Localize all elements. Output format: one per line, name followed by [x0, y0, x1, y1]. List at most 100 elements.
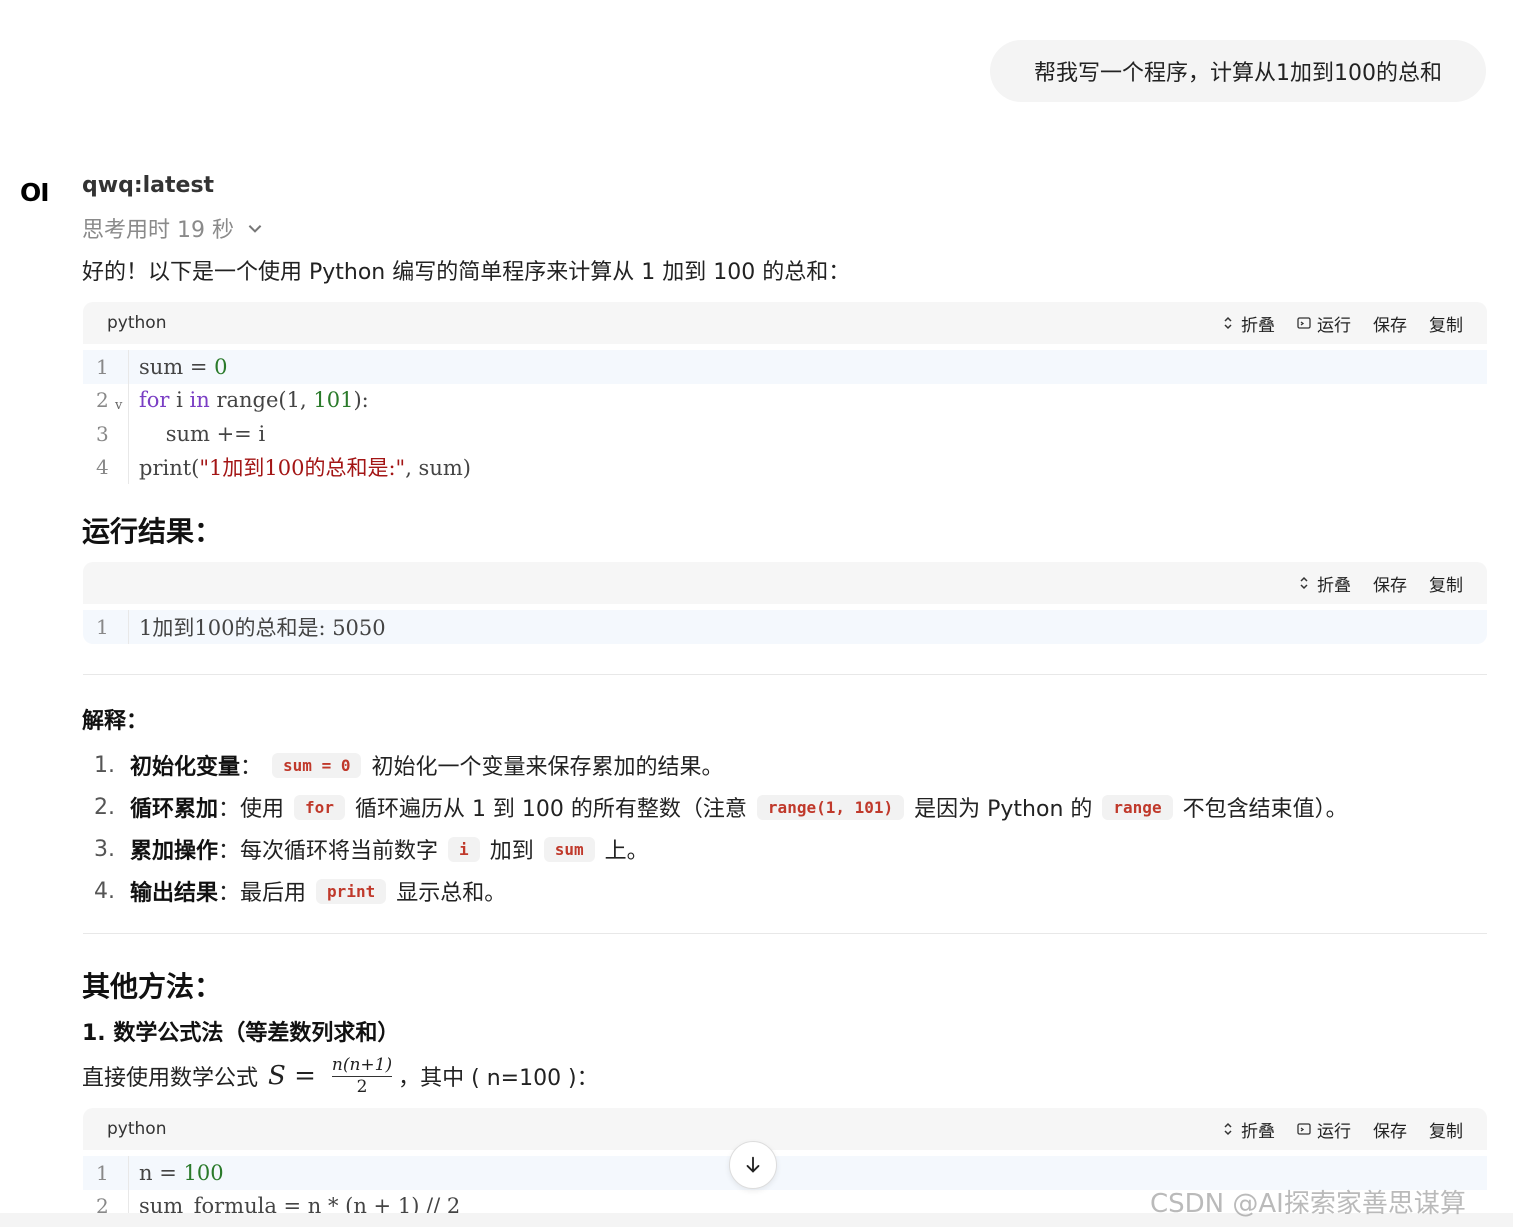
terminal-icon — [1297, 317, 1311, 329]
chevron-updown-icon — [1300, 576, 1308, 590]
code-text: sum = 0 — [139, 354, 228, 379]
code-line: 1 1加到100的总和是: 5050 — [83, 610, 1487, 644]
fraction-denominator: 2 — [356, 1076, 368, 1097]
list-term: 输出结果 — [130, 881, 219, 906]
formula-line: 直接使用数学公式 S = n(n+1) 2 ，其中 ( n=100 )： — [82, 1056, 599, 1096]
line-number: 2v — [83, 383, 129, 417]
code-line: 3 sum += i — [83, 417, 1487, 451]
save-button[interactable]: 保存 — [1373, 1117, 1407, 1142]
list-term: 初始化变量 — [130, 755, 241, 780]
list-text: 循环遍历从 1 到 100 的所有整数（注意 — [354, 797, 747, 822]
fold-label: 折叠 — [1317, 575, 1351, 596]
scroll-to-bottom-button[interactable] — [729, 1141, 777, 1189]
model-name: qwq:latest — [82, 173, 215, 198]
fold-button[interactable]: 折叠 — [1297, 571, 1351, 596]
code-body[interactable]: 1 sum = 0 2v for i in range(1, 101): 3 s… — [83, 344, 1487, 484]
code-language: python — [107, 1119, 167, 1139]
intro-text: 好的！以下是一个使用 Python 编写的简单程序来计算从 1 加到 100 的… — [82, 260, 851, 285]
save-label: 保存 — [1373, 1121, 1407, 1142]
result-heading: 运行结果： — [82, 515, 223, 548]
copy-label: 复制 — [1429, 1121, 1463, 1142]
chevron-down-icon — [248, 225, 262, 233]
code-block-header: python 折叠 运行 保存 复制 — [83, 1108, 1487, 1150]
code-block-header: 折叠 保存 复制 — [83, 562, 1487, 604]
code-body[interactable]: 1 1加到100的总和是: 5050 — [83, 604, 1487, 644]
line-number: 1 — [83, 350, 129, 384]
list-term: 循环累加 — [130, 797, 219, 822]
fold-button[interactable]: 折叠 — [1221, 1117, 1275, 1142]
list-text: 使用 — [240, 797, 285, 822]
copy-label: 复制 — [1429, 315, 1463, 336]
copy-button[interactable]: 复制 — [1429, 311, 1463, 336]
code-line: 2v for i in range(1, 101): — [83, 383, 1487, 417]
list-text: 初始化一个变量来保存累加的结果。 — [371, 755, 724, 780]
save-label: 保存 — [1373, 575, 1407, 596]
list-item: 4. 输出结果 ： 最后用 print 显示总和。 — [94, 870, 1348, 912]
code-text: print("1加到100的总和是:", sum) — [139, 456, 471, 481]
list-text: 是因为 Python 的 — [914, 797, 1093, 822]
copy-label: 复制 — [1429, 575, 1463, 596]
inline-code: i — [448, 836, 480, 862]
inline-code: range(1, 101) — [756, 794, 905, 820]
run-label: 运行 — [1317, 1121, 1351, 1142]
line-number: 4 — [83, 450, 129, 484]
other-methods-heading: 其他方法： — [82, 970, 223, 1003]
save-button[interactable]: 保存 — [1373, 311, 1407, 336]
code-block-header: python 折叠 运行 保存 复制 — [83, 302, 1487, 344]
inline-code: sum — [543, 836, 595, 862]
watermark: CSDN @AI探索家善思谋算 — [1150, 1189, 1466, 1219]
code-line: 4 print("1加到100的总和是:", sum) — [83, 450, 1487, 484]
save-label: 保存 — [1373, 315, 1407, 336]
list-text: 最后用 — [240, 881, 307, 906]
copy-button[interactable]: 复制 — [1429, 571, 1463, 596]
inline-code: print — [316, 878, 387, 904]
user-message-bubble: 帮我写一个程序，计算从1加到100的总和 — [990, 40, 1486, 102]
inline-code: for — [294, 794, 345, 820]
fold-label: 折叠 — [1241, 1121, 1275, 1142]
fold-chevron-icon[interactable]: v — [115, 398, 122, 413]
divider — [83, 933, 1487, 934]
list-item: 3. 累加操作 ： 每次循环将当前数字 i 加到 sum 上。 — [94, 828, 1348, 870]
chevron-updown-icon — [1224, 1122, 1232, 1136]
list-number: 2. — [94, 794, 115, 820]
save-button[interactable]: 保存 — [1373, 571, 1407, 596]
list-number: 3. — [94, 836, 115, 862]
list-text: 每次循环将当前数字 — [240, 839, 439, 864]
run-button[interactable]: 运行 — [1297, 311, 1351, 336]
list-separator: ： — [240, 755, 263, 780]
code-text: n = 100 — [139, 1160, 224, 1185]
code-text: sum += i — [139, 421, 266, 446]
list-separator: ： — [218, 797, 241, 822]
code-text: 1加到100的总和是: 5050 — [139, 615, 386, 640]
inline-code: range — [1102, 794, 1173, 820]
line-number: 2 — [83, 1189, 129, 1213]
list-item: 1. 初始化变量 ： sum = 0 初始化一个变量来保存累加的结果。 — [94, 744, 1348, 786]
thinking-label: 思考用时 19 秒 — [82, 218, 234, 243]
line-number: 1 — [83, 1156, 129, 1190]
arrow-down-icon — [746, 1156, 760, 1173]
chevron-updown-icon — [1224, 316, 1232, 330]
formula-symbol: S = — [268, 1061, 316, 1092]
thinking-toggle[interactable]: 思考用时 19 秒 — [82, 212, 264, 244]
run-button[interactable]: 运行 — [1297, 1117, 1351, 1142]
code-block-2: 折叠 保存 复制 1 1加到100的总和是: 5050 — [83, 562, 1487, 644]
assistant-logo: OI — [20, 178, 50, 207]
explanation-list: 1. 初始化变量 ： sum = 0 初始化一个变量来保存累加的结果。 2. 循… — [94, 744, 1348, 912]
line-number: 1 — [83, 610, 129, 644]
terminal-icon — [1297, 1123, 1311, 1135]
copy-button[interactable]: 复制 — [1429, 1117, 1463, 1142]
formula-text: 直接使用数学公式 — [82, 1066, 259, 1092]
run-label: 运行 — [1317, 315, 1351, 336]
fold-button[interactable]: 折叠 — [1221, 311, 1275, 336]
list-text: 上。 — [604, 839, 649, 864]
explanation-heading: 解释： — [82, 709, 149, 734]
formula-fraction: n(n+1) 2 — [331, 1056, 393, 1097]
inline-code: sum = 0 — [272, 752, 362, 778]
code-text: sum_formula = n * (n + 1) // 2 — [139, 1194, 461, 1213]
list-text: 加到 — [489, 839, 534, 864]
fold-label: 折叠 — [1241, 315, 1275, 336]
list-text: 不包含结束值）。 — [1182, 797, 1348, 822]
list-text: 显示总和。 — [396, 881, 507, 906]
list-term: 累加操作 — [130, 839, 219, 864]
formula-text: ，其中 ( n=100 )： — [398, 1066, 599, 1092]
